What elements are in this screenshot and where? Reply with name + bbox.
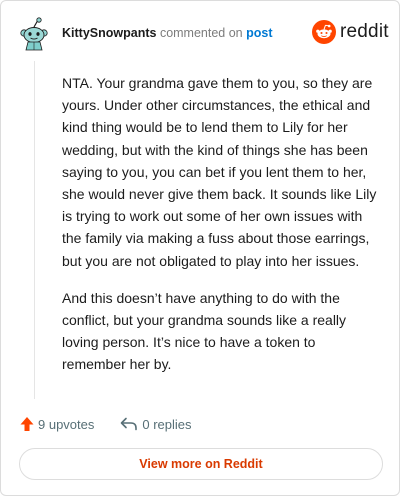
reddit-logo[interactable]: reddit: [312, 20, 389, 44]
reply-count: 0 replies: [142, 416, 192, 432]
view-more-button[interactable]: View more on Reddit: [19, 448, 383, 480]
post-link[interactable]: post: [246, 26, 272, 40]
comment-paragraph: And this doesn’t have anything to do wit…: [62, 289, 347, 373]
snoo-avatar-icon: [20, 17, 48, 51]
avatar[interactable]: [19, 17, 49, 51]
comment-body: NTA. Your grandma gave them to you, so t…: [62, 72, 382, 391]
comment-card: KittySnowpants commented on post reddit …: [0, 0, 400, 496]
reply-button[interactable]: 0 replies: [120, 416, 192, 432]
upvote-arrow-icon: [20, 417, 34, 431]
reddit-wordmark: reddit: [340, 21, 389, 42]
action-text: commented on: [159, 26, 243, 40]
comment-actions: 9 upvotes 0 replies: [20, 416, 192, 432]
upvote-button[interactable]: 9 upvotes: [20, 416, 94, 432]
reply-arrow-icon: [121, 417, 138, 431]
comment-paragraph: NTA. Your grandma gave them to you, so t…: [62, 75, 377, 269]
reddit-snoo-icon: [312, 20, 336, 44]
comment-header: KittySnowpants commented on post: [62, 26, 273, 40]
author-link[interactable]: KittySnowpants: [62, 26, 156, 40]
thread-line: [34, 61, 35, 399]
upvote-count: 9 upvotes: [38, 416, 95, 432]
